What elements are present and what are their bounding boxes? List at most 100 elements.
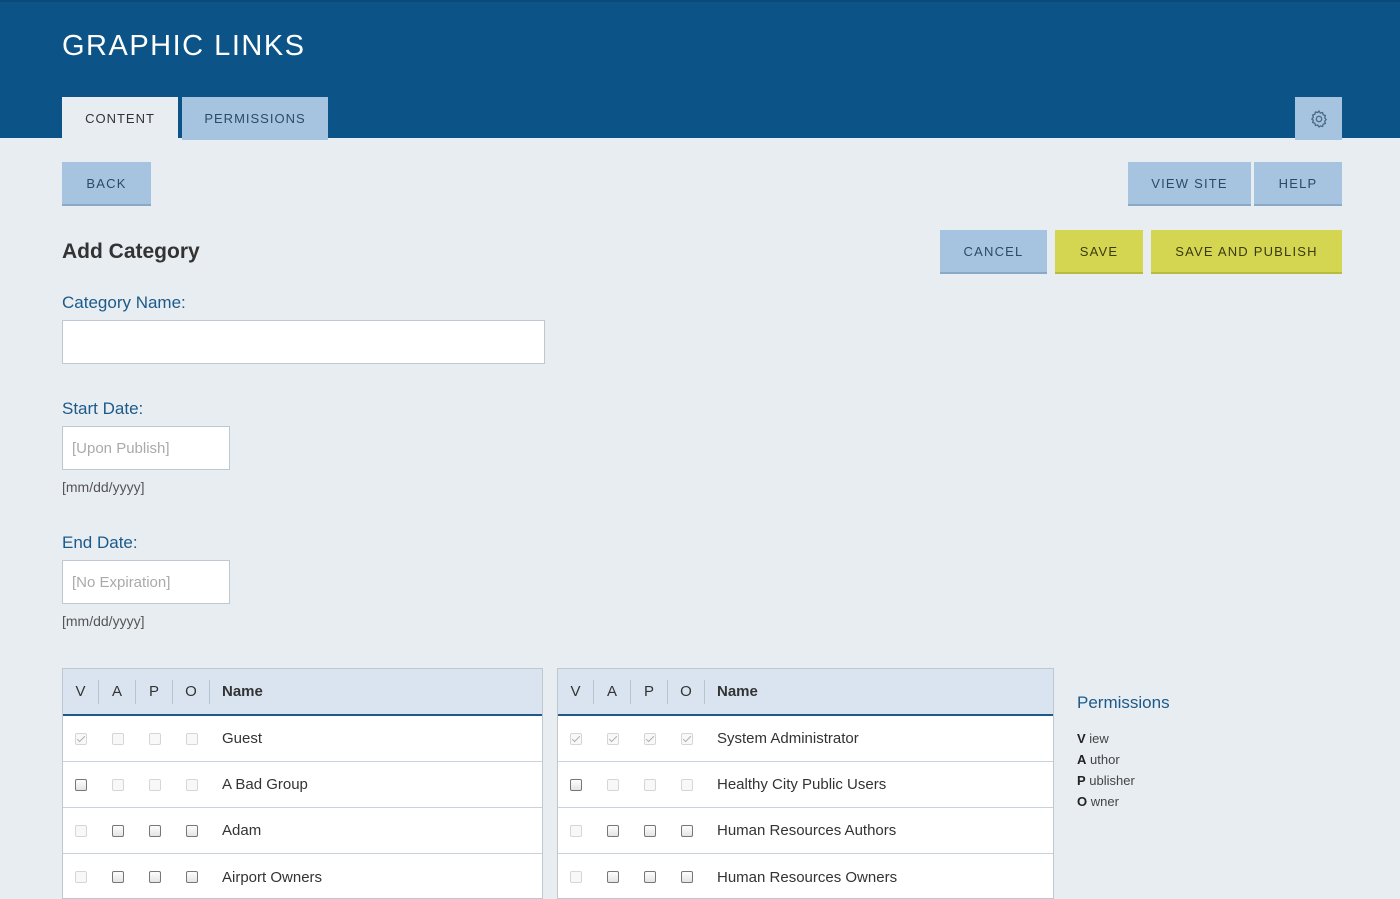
author-checkbox[interactable]	[606, 824, 619, 837]
page-title: Add Category	[62, 240, 200, 263]
help-button[interactable]: HELP	[1254, 162, 1342, 206]
table-body: System Administrator Healthy City Public …	[558, 716, 1053, 899]
view-site-button[interactable]: VIEW SITE	[1128, 162, 1251, 206]
perm-cell	[173, 871, 210, 883]
author-checkbox	[606, 732, 619, 745]
header-owner: O	[173, 679, 210, 704]
publisher-checkbox	[148, 778, 161, 791]
group-name: A Bad Group	[222, 776, 308, 793]
perm-cell	[594, 732, 631, 745]
author-checkbox[interactable]	[606, 871, 619, 883]
publisher-checkbox	[643, 778, 656, 791]
perm-cell	[173, 732, 210, 745]
author-checkbox[interactable]	[111, 871, 124, 883]
perm-cell	[558, 778, 594, 791]
view-checkbox	[75, 732, 87, 745]
group-name: Healthy City Public Users	[717, 776, 887, 793]
save-and-publish-button[interactable]: SAVE AND PUBLISH	[1151, 230, 1342, 274]
publisher-checkbox[interactable]	[148, 871, 161, 883]
header-publisher: P	[136, 679, 173, 704]
end-date-input[interactable]	[62, 560, 230, 604]
table-row: Adam	[63, 808, 542, 854]
owner-checkbox[interactable]	[680, 824, 693, 837]
back-button[interactable]: BACK	[62, 162, 151, 206]
start-date-input[interactable]	[62, 426, 230, 470]
perm-cell	[558, 824, 594, 837]
perm-cell	[668, 732, 705, 745]
publisher-checkbox	[643, 732, 656, 745]
perm-cell	[99, 824, 136, 837]
app-header: GRAPHIC LINKS CONTENT PERMISSIONS	[0, 0, 1400, 140]
tab-content[interactable]: CONTENT	[62, 97, 178, 140]
perm-cell	[63, 732, 99, 745]
publisher-checkbox[interactable]	[643, 871, 656, 883]
table-row: Human Resources Owners	[558, 854, 1053, 899]
perm-cell	[136, 732, 173, 745]
perm-cell	[63, 778, 99, 791]
perm-cell	[631, 732, 668, 745]
table-row: Guest	[63, 716, 542, 762]
tab-permissions[interactable]: PERMISSIONS	[182, 97, 328, 140]
save-button[interactable]: SAVE	[1055, 230, 1143, 274]
legend-item-publisher: P ublisher	[1077, 773, 1135, 788]
permissions-table-left: V A P O Name Guest A Bad Group Adam Airport…	[62, 668, 543, 899]
owner-checkbox	[185, 778, 198, 791]
view-checkbox[interactable]	[75, 778, 87, 791]
legend-title: Permissions	[1077, 693, 1170, 712]
table-row: Human Resources Authors	[558, 808, 1053, 854]
perm-cell	[99, 871, 136, 883]
owner-checkbox[interactable]	[185, 824, 198, 837]
group-name: Human Resources Owners	[717, 868, 898, 886]
view-checkbox[interactable]	[570, 778, 582, 791]
end-date-label: End Date:	[62, 533, 138, 552]
view-checkbox	[570, 824, 582, 837]
group-name: Guest	[222, 730, 263, 747]
view-checkbox	[75, 871, 87, 883]
owner-checkbox	[185, 732, 198, 745]
perm-cell	[668, 778, 705, 791]
settings-button[interactable]	[1295, 97, 1342, 140]
perm-cell	[594, 824, 631, 837]
header-view: V	[558, 679, 594, 704]
table-header: V A P O Name	[63, 669, 542, 716]
owner-checkbox[interactable]	[185, 871, 198, 883]
table-body: Guest A Bad Group Adam Airport Owners	[63, 716, 542, 899]
category-name-label: Category Name:	[62, 293, 186, 312]
cancel-button[interactable]: CANCEL	[940, 230, 1047, 274]
publisher-checkbox	[148, 732, 161, 745]
publisher-checkbox[interactable]	[148, 824, 161, 837]
perm-cell	[136, 778, 173, 791]
owner-checkbox	[680, 732, 693, 745]
table-row: A Bad Group	[63, 762, 542, 808]
perm-cell	[558, 871, 594, 883]
perm-cell	[136, 871, 173, 883]
app-title: GRAPHIC LINKS	[62, 30, 306, 62]
author-checkbox[interactable]	[111, 824, 124, 837]
table-row: Airport Owners	[63, 854, 542, 899]
perm-cell	[99, 778, 136, 791]
author-checkbox	[111, 778, 124, 791]
gear-icon	[1310, 109, 1327, 128]
header-author: A	[594, 679, 631, 704]
category-name-input[interactable]	[62, 320, 545, 364]
legend-item-view: V iew	[1077, 731, 1109, 746]
table-row: Healthy City Public Users	[558, 762, 1053, 808]
header-name: Name	[222, 682, 263, 700]
header-author: A	[99, 679, 136, 704]
view-checkbox	[570, 732, 582, 745]
header-name: Name	[717, 682, 758, 700]
perm-cell	[173, 824, 210, 837]
end-date-hint: [mm/dd/yyyy]	[62, 613, 145, 629]
legend-item-owner: O wner	[1077, 794, 1119, 809]
owner-checkbox	[680, 778, 693, 791]
perm-cell	[668, 871, 705, 883]
perm-cell	[99, 732, 136, 745]
perm-cell	[668, 824, 705, 837]
header-view: V	[63, 679, 99, 704]
owner-checkbox[interactable]	[680, 871, 693, 883]
permissions-table-right: V A P O Name System Administrator Healthy…	[557, 668, 1054, 899]
perm-cell	[173, 778, 210, 791]
publisher-checkbox[interactable]	[643, 824, 656, 837]
table-row: System Administrator	[558, 716, 1053, 762]
perm-cell	[63, 871, 99, 883]
